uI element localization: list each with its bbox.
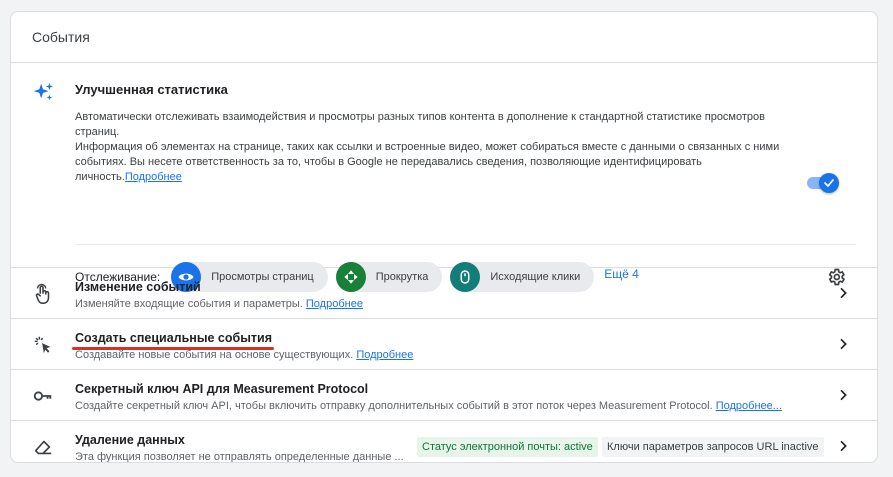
- row-title: Секретный ключ API для Measurement Proto…: [75, 382, 369, 396]
- learn-more-link[interactable]: Подробнее: [125, 171, 182, 183]
- row-description: Создавайте новые события на основе сущес…: [75, 349, 413, 361]
- enhanced-measurement-title: Улучшенная статистика: [75, 82, 228, 97]
- learn-more-link[interactable]: Подробнее...: [716, 400, 782, 412]
- key-icon: [33, 391, 52, 401]
- row-data-redaction[interactable]: Удаление данных Эта функция позволяет не…: [11, 421, 877, 463]
- learn-more-link[interactable]: Подробнее: [306, 298, 363, 310]
- chevron-right-icon[interactable]: [835, 438, 851, 454]
- description-paragraph-1: Автоматически отслеживать взаимодействия…: [75, 111, 765, 138]
- enhanced-measurement-description: Автоматически отслеживать взаимодействия…: [75, 110, 795, 185]
- events-card: События Улучшенная статистика Автоматиче…: [10, 11, 878, 463]
- row-description: Создайте секретный ключ API, чтобы включ…: [75, 400, 782, 412]
- eraser-icon: [34, 440, 52, 455]
- row-title: Изменение событий: [75, 280, 201, 294]
- toggle-knob: [819, 173, 839, 193]
- row-create-custom-events[interactable]: Создать специальные события Создавайте н…: [11, 319, 877, 370]
- touch-icon: [35, 283, 50, 304]
- click-sparkle-icon: [34, 336, 51, 354]
- chevron-right-icon[interactable]: [835, 336, 851, 352]
- check-icon: [824, 179, 834, 187]
- row-description: Изменяйте входящие события и параметры. …: [75, 298, 363, 310]
- row-measurement-protocol-secret[interactable]: Секретный ключ API для Measurement Proto…: [11, 370, 877, 421]
- row-modify-events[interactable]: Изменение событий Изменяйте входящие соб…: [11, 268, 877, 319]
- chevron-right-icon[interactable]: [835, 285, 851, 301]
- row-description: Эта функция позволяет не отправлять опре…: [75, 451, 404, 463]
- row-title: Создать специальные события: [75, 331, 273, 345]
- card-title: События: [11, 12, 877, 63]
- row-desc-text: Изменяйте входящие события и параметры.: [75, 298, 306, 310]
- chevron-right-icon[interactable]: [835, 387, 851, 403]
- divider: [75, 244, 856, 245]
- row-desc-text: Создайте секретный ключ API, чтобы включ…: [75, 400, 716, 412]
- enhanced-measurement-section: Улучшенная статистика Автоматически отсл…: [11, 63, 877, 292]
- enhanced-measurement-toggle[interactable]: [807, 172, 841, 193]
- description-paragraph-2: Информация об элементах на странице, так…: [75, 140, 795, 185]
- row-desc-text: Создавайте новые события на основе сущес…: [75, 349, 357, 361]
- learn-more-link[interactable]: Подробнее: [356, 349, 413, 361]
- email-status-badge: Статус электронной почты: active: [417, 437, 598, 457]
- sparkle-icon: [33, 82, 54, 101]
- url-params-status-badge: Ключи параметров запросов URL inactive: [602, 437, 824, 457]
- row-title: Удаление данных: [75, 433, 185, 447]
